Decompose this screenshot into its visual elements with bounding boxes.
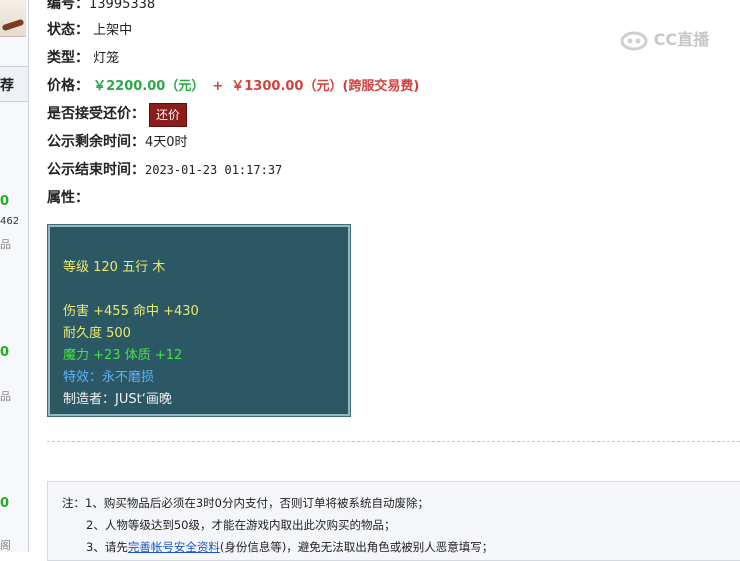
counter-offer-button[interactable]: 还价 — [149, 102, 188, 127]
counter-offer-label: 是否接受还价： — [47, 106, 145, 122]
status-value: 上架中 — [93, 23, 133, 38]
sidebar-item-tail: 品 — [0, 238, 11, 251]
cc-logo-icon — [620, 31, 648, 50]
left-sidebar: 荐 0 462 品 0 品 0 阁 — [0, 0, 29, 552]
attr-damage: 伤害 +455 命中 +430 — [63, 304, 199, 319]
section-divider — [47, 441, 740, 442]
note-3: 3、请先完善帐号安全资料(身份信息等)，避免无法取出角色或被别人恶意填写； — [86, 538, 493, 556]
sidebar-item-tail: 品 — [0, 390, 11, 403]
attributes-label: 属性： — [47, 190, 89, 206]
price-plus: + — [212, 79, 224, 94]
watermark: CC直播 — [620, 26, 709, 51]
attr-level: 等级 120 五行 木 — [63, 260, 166, 275]
status-row: 状态： 上架中 — [47, 18, 132, 42]
price-label: 价格： — [47, 78, 89, 94]
attr-durability: 耐久度 500 — [63, 326, 131, 341]
purchase-notes: 注：1、购买物品后必须在3时0分内支付，否则订单将被系统自动废除； 2、人物等级… — [47, 481, 740, 561]
note-2: 2、人物等级达到50级，才能在游戏内取出此次购买的物品； — [86, 518, 396, 532]
price-row: 价格： ￥2200.00（元） + ￥1300.00（元）(跨服交易费) — [47, 74, 419, 98]
price-main: ￥2200.00（元） — [93, 79, 205, 94]
end-time-value: 2023-01-23 01:17:37 — [145, 163, 283, 177]
attributes-row: 属性： — [47, 186, 89, 210]
item-thumbnail[interactable] — [0, 0, 26, 37]
attr-magic: 魔力 +23 体质 +12 — [63, 348, 183, 363]
note-1: 注：1、购买物品后必须在3时0分内支付，否则订单将被系统自动废除； — [62, 496, 429, 510]
remain-time-row: 公示剩余时间：4天0时 — [47, 130, 188, 154]
id-label: 编号： — [47, 0, 89, 12]
end-time-label: 公示结束时间： — [47, 162, 145, 178]
sidebar-item-value[interactable]: 0 — [0, 194, 9, 209]
attr-maker: 制造者：JUSt‘画晚 — [63, 392, 172, 407]
counter-offer-row: 是否接受还价： 还价 — [47, 102, 188, 127]
sidebar-heading-label: 荐 — [0, 78, 14, 94]
item-id-row: 编号：13995338 — [47, 0, 155, 16]
watermark-text: CC直播 — [653, 30, 710, 49]
sidebar-item-value[interactable]: 0 — [0, 345, 9, 360]
sidebar-heading: 荐 — [0, 66, 28, 102]
status-label: 状态： — [47, 22, 89, 38]
type-row: 类型： 灯笼 — [47, 46, 119, 70]
item-attribute-panel: 等级 120 五行 木 伤害 +455 命中 +430 耐久度 500 魔力 +… — [47, 224, 351, 417]
end-time-row: 公示结束时间：2023-01-23 01:17:37 — [47, 158, 282, 182]
price-extra: ￥1300.00（元）(跨服交易费) — [231, 79, 420, 94]
remain-time-value: 4天0时 — [145, 135, 188, 150]
attr-effect: 特效：永不磨损 — [63, 370, 155, 385]
remain-time-label: 公示剩余时间： — [47, 134, 145, 150]
sidebar-item-value[interactable]: 0 — [0, 496, 9, 511]
type-value: 灯笼 — [93, 51, 120, 66]
sidebar-item-tail: 阁 — [0, 539, 11, 552]
sidebar-item-number: 462 — [0, 216, 20, 227]
type-label: 类型： — [47, 50, 89, 66]
id-value: 13995338 — [89, 0, 156, 12]
